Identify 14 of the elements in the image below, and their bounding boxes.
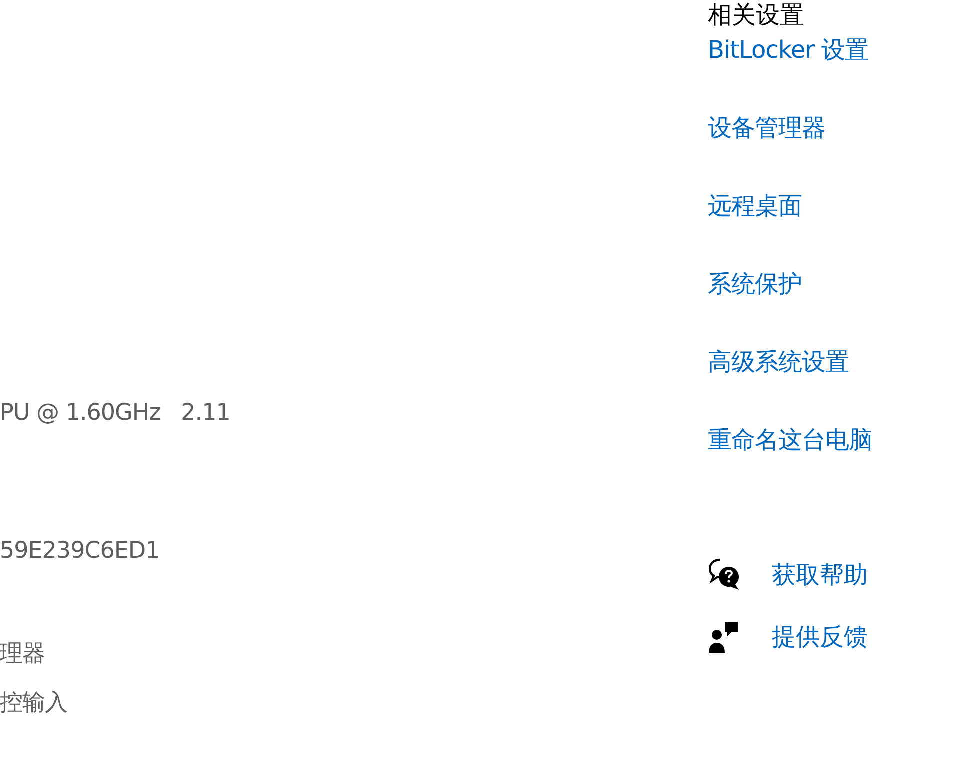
spec-value: PU @ 1.60GHz 2.11 — [0, 400, 230, 426]
settings-link[interactable]: 设备管理器 — [708, 112, 872, 145]
spec-value: 59E239C6ED1 — [0, 538, 160, 564]
spec-value: 理器 — [0, 641, 45, 667]
settings-link[interactable]: 系统保护 — [708, 268, 872, 301]
settings-link[interactable]: 远程桌面 — [708, 190, 872, 223]
settings-link[interactable]: 重命名这台电脑 — [708, 424, 872, 457]
chat-question-icon — [708, 558, 742, 592]
section-heading: 相关设置 — [708, 0, 805, 30]
settings-link[interactable]: BitLocker 设置 — [708, 34, 872, 67]
support-link[interactable]: 获取帮助 — [772, 557, 868, 593]
spec-value: 控输入 — [0, 690, 68, 716]
settings-link[interactable]: 高级系统设置 — [708, 346, 872, 379]
support-link[interactable]: 提供反馈 — [772, 619, 868, 655]
